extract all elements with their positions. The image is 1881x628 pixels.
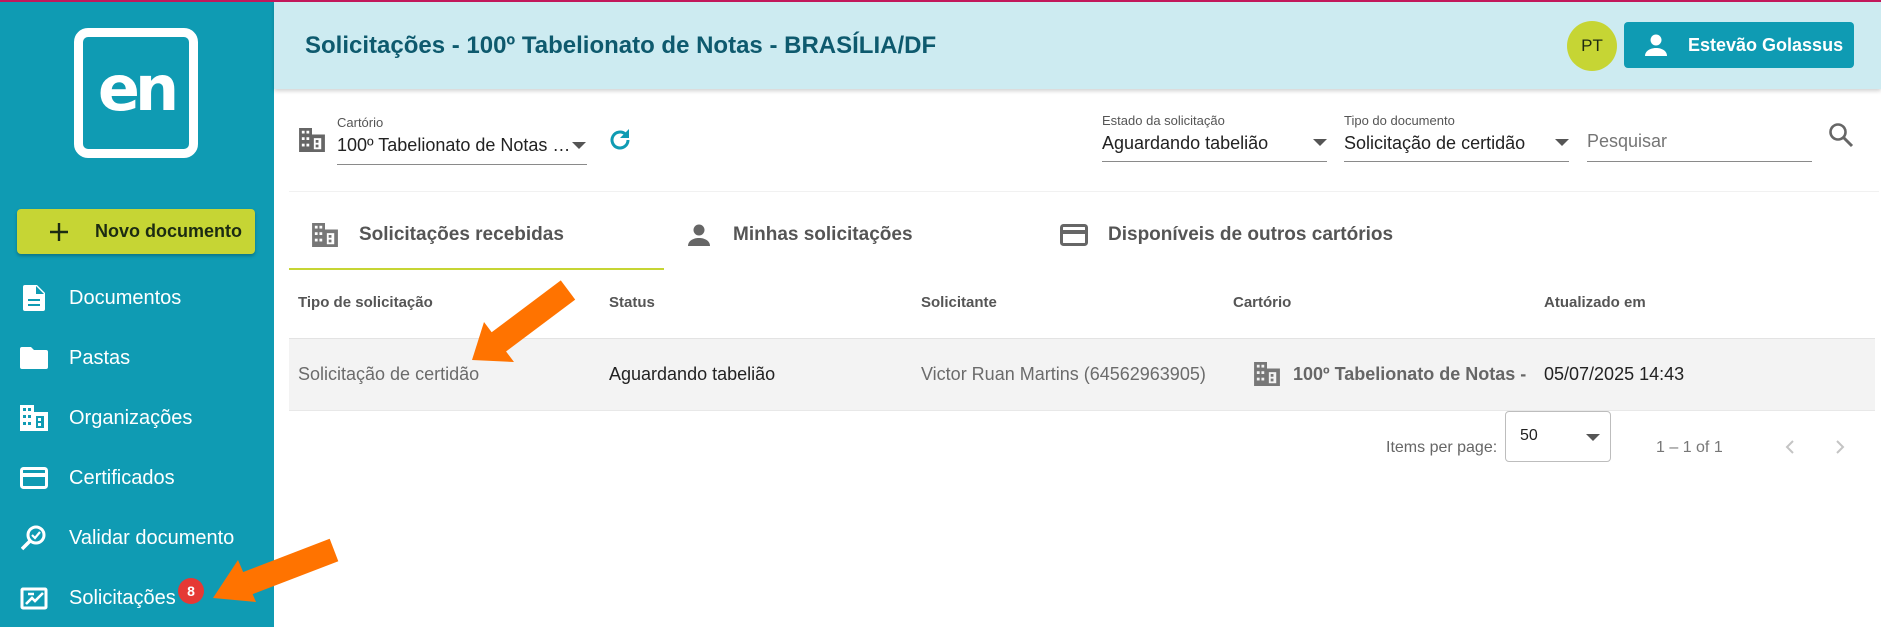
building-icon	[299, 128, 325, 157]
cartorio-label: Cartório	[337, 115, 384, 130]
building-icon	[20, 404, 48, 432]
tab-label: Minhas solicitações	[733, 224, 913, 245]
cell-solicitante: Victor Ruan Martins (64562963905)	[921, 364, 1206, 384]
sidebar-item-certificados[interactable]: Certificados	[0, 448, 274, 508]
previous-page-button[interactable]	[1776, 433, 1804, 461]
sidebar-item-label: Documentos	[69, 286, 182, 309]
page-range: 1 – 1 of 1	[1656, 439, 1723, 456]
avatar[interactable]: PT	[1567, 21, 1617, 71]
sidebar-item-organizacoes[interactable]: Organizações	[0, 388, 274, 448]
page-size-select[interactable]: 50	[1505, 411, 1611, 462]
top-accent-line	[0, 0, 1881, 2]
plus-icon	[45, 218, 73, 246]
column-header[interactable]: Atualizado em	[1544, 294, 1646, 311]
notification-badge: 8	[178, 578, 204, 604]
app-logo[interactable]: en	[74, 28, 198, 158]
building-icon	[311, 221, 339, 249]
filter-divider	[289, 191, 1879, 192]
column-header[interactable]: Status	[609, 294, 655, 311]
cell-tipo: Solicitação de certidão	[298, 364, 480, 384]
tab-minhas-solicitacoes[interactable]: Minhas solicitações	[685, 205, 913, 265]
page-title: Solicitações - 100º Tabelionato de Notas…	[305, 32, 937, 59]
tab-label: Solicitações recebidas	[359, 224, 564, 245]
sidebar-nav: Documentos Pastas Organizações Certifica…	[0, 268, 274, 628]
card-icon	[20, 464, 48, 492]
chevron-down-icon	[1313, 139, 1327, 146]
user-name: Estevão Golassus	[1688, 34, 1844, 55]
refresh-icon[interactable]	[607, 127, 633, 158]
card-icon	[1060, 221, 1088, 249]
search-placeholder: Pesquisar	[1587, 131, 1668, 151]
new-document-button[interactable]: Novo documento	[17, 209, 255, 254]
chevron-down-icon	[1586, 434, 1600, 441]
column-header[interactable]: Tipo de solicitação	[298, 294, 433, 311]
estado-value: Aguardando tabelião	[1102, 133, 1269, 153]
document-icon	[20, 284, 48, 312]
estado-underline	[1102, 161, 1327, 162]
person-icon	[1642, 31, 1670, 59]
cell-atualizado: 05/07/2025 14:43	[1544, 364, 1685, 384]
next-page-button[interactable]	[1826, 433, 1854, 461]
cartorio-underline	[337, 164, 587, 165]
cartorio-value: 100º Tabelionato de Notas - BRASÍLIA/DF	[337, 135, 571, 155]
estado-label: Estado da solicitação	[1102, 113, 1225, 128]
user-menu-button[interactable]: Estevão Golassus	[1624, 22, 1854, 68]
request-icon	[20, 584, 48, 612]
sidebar-item-label: Pastas	[69, 346, 131, 369]
active-tab-indicator	[289, 268, 664, 270]
tab-solicitacoes-recebidas[interactable]: Solicitações recebidas	[311, 205, 564, 265]
sidebar: en Novo documento Documentos Pastas Orga…	[0, 0, 274, 627]
row-divider	[289, 410, 1875, 411]
cell-status: Aguardando tabelião	[609, 364, 776, 384]
cell-cartorio: 100º Tabelionato de Notas - BRASÍLIA/DF	[1293, 364, 1526, 384]
sidebar-item-solicitacoes[interactable]: Solicitações 8	[0, 568, 274, 628]
sidebar-item-validar-documento[interactable]: Validar documento	[0, 508, 274, 568]
building-icon	[1254, 362, 1280, 391]
page-size-value: 50	[1520, 427, 1538, 444]
person-icon	[685, 221, 713, 249]
top-header: Solicitações - 100º Tabelionato de Notas…	[274, 2, 1881, 89]
sidebar-item-pastas[interactable]: Pastas	[0, 328, 274, 388]
search-icon[interactable]	[1828, 122, 1854, 153]
tipo-label: Tipo do documento	[1344, 113, 1455, 128]
new-document-label: Novo documento	[95, 221, 242, 241]
tab-label: Disponíveis de outros cartórios	[1108, 224, 1394, 245]
search-check-icon	[20, 524, 48, 552]
chevron-down-icon	[1555, 139, 1569, 146]
items-per-page-label: Items per page:	[1386, 439, 1498, 456]
sidebar-item-label: Certificados	[69, 466, 175, 489]
sidebar-item-label: Validar documento	[69, 526, 235, 549]
chevron-down-icon	[572, 142, 586, 149]
sidebar-item-label: Solicitações	[69, 586, 176, 609]
tipo-underline	[1344, 161, 1569, 162]
sidebar-item-documentos[interactable]: Documentos	[0, 268, 274, 328]
tipo-value: Solicitação de certidão	[1344, 133, 1526, 153]
logo-text: en	[97, 52, 179, 125]
column-header[interactable]: Solicitante	[921, 294, 997, 311]
sidebar-item-label: Organizações	[69, 406, 193, 429]
folder-icon	[20, 344, 48, 372]
search-underline	[1587, 161, 1812, 162]
annotation-overlay	[213, 280, 576, 602]
tab-disponiveis-outros-cartorios[interactable]: Disponíveis de outros cartórios	[1060, 205, 1393, 265]
column-header[interactable]: Cartório	[1233, 294, 1291, 311]
